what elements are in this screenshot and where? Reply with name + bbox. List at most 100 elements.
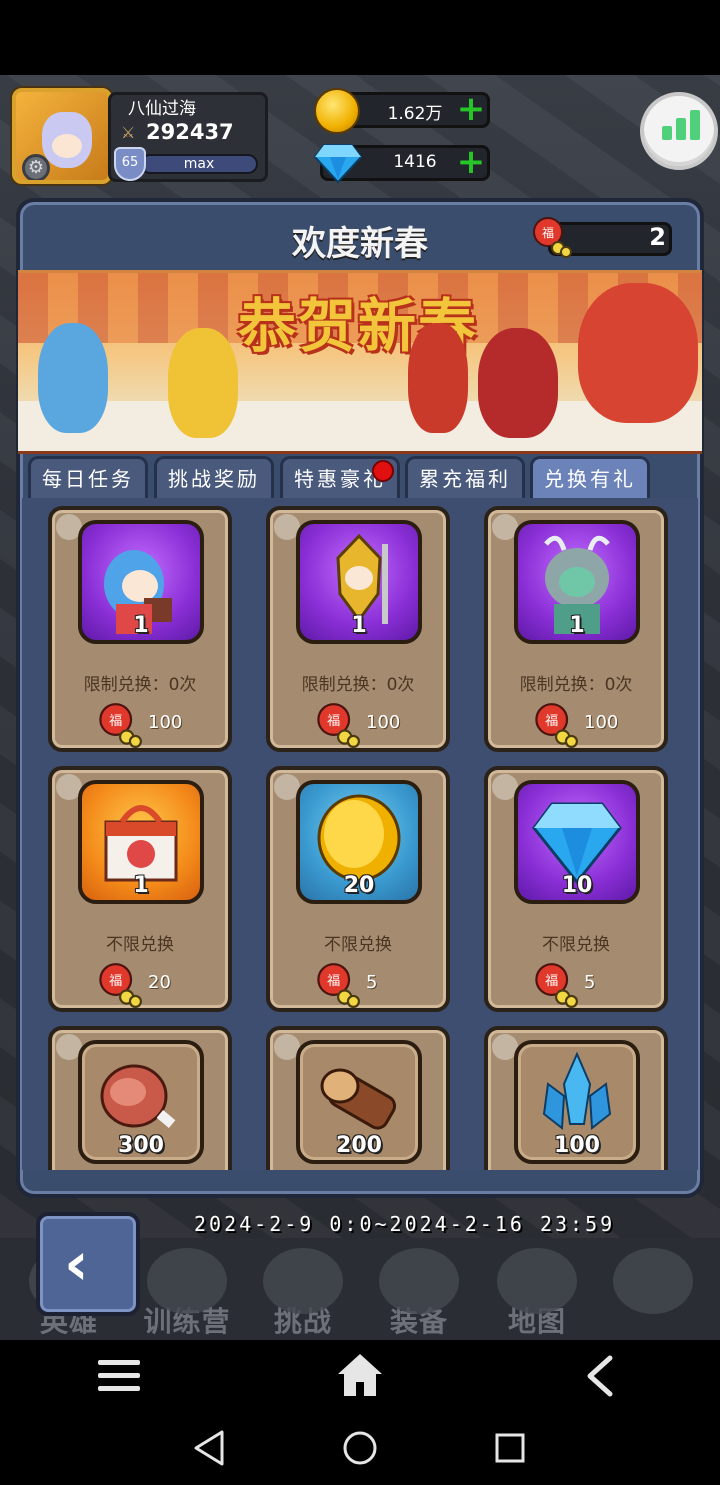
svg-text:福: 福 <box>327 713 340 729</box>
avatar-portrait <box>42 112 92 168</box>
nav-map[interactable]: 地图 <box>482 1248 592 1338</box>
add-gold-button[interactable]: + <box>455 92 487 126</box>
game-screen: { "player": { "name": "八仙过海", "power": "… <box>0 0 720 1485</box>
exchange-limit: 不限兑换 <box>324 935 392 955</box>
sword-icon <box>263 1248 343 1314</box>
item-slot: 10 <box>514 780 640 904</box>
event-banner: 恭贺新春 <box>18 270 702 454</box>
exchange-limit: 不限兑换 <box>542 935 610 955</box>
target-icon <box>147 1248 227 1314</box>
armor-icon <box>379 1248 459 1314</box>
item-slot: 20 <box>296 780 422 904</box>
stats-bar-icon <box>690 110 700 140</box>
item-slot: 1 <box>78 520 204 644</box>
exchange-limit: 限制兑换：0次 <box>83 675 197 695</box>
map-icon <box>497 1248 577 1314</box>
fortune-token-icon: 福 <box>99 963 142 1008</box>
exchange-limit: 限制兑换：0次 <box>301 675 415 695</box>
nav-home-circle-icon[interactable] <box>342 1430 378 1466</box>
fortune-token-icon: 福 <box>317 963 360 1008</box>
nav-locked[interactable] <box>598 1248 708 1338</box>
player-avatar[interactable]: ⚙ <box>12 88 112 184</box>
gem-value: 1416 <box>393 152 437 172</box>
back-button[interactable]: ‹ <box>36 1212 140 1316</box>
exchange-card[interactable]: 1 限制兑换：0次 福 100 <box>48 506 232 752</box>
item-slot: 100 <box>514 1040 640 1164</box>
banner-dragon-dancer <box>578 283 698 423</box>
gold-coin-icon <box>314 88 360 134</box>
token-count: 2 <box>649 223 666 251</box>
item-quantity: 10 <box>561 873 593 898</box>
item-quantity: 200 <box>336 1133 382 1158</box>
exchange-card[interactable]: 100 <box>484 1026 668 1170</box>
exchange-card[interactable]: 1 限制兑换：0次 福 100 <box>484 506 668 752</box>
item-slot: 1 <box>78 780 204 904</box>
banner-character-girl <box>38 323 108 433</box>
player-name: 八仙过海 <box>128 99 196 119</box>
event-duration: 2024-2-9 0:0~2024-2-16 23:59 <box>194 1212 616 1236</box>
item-quantity: 20 <box>343 873 375 898</box>
item-slot: 200 <box>296 1040 422 1164</box>
nav-recents-square-icon[interactable] <box>494 1432 526 1464</box>
svg-text:福: 福 <box>542 225 554 240</box>
exchange-cost: 5 <box>584 972 596 993</box>
exp-bar: max <box>140 154 258 174</box>
stats-button[interactable] <box>640 92 718 170</box>
svg-text:福: 福 <box>109 973 122 989</box>
exchange-card[interactable]: 200 <box>266 1026 450 1170</box>
fortune-token-icon: 福 <box>317 703 360 748</box>
banner-character-elder <box>478 328 558 438</box>
svg-text:福: 福 <box>327 973 340 989</box>
gold-value: 1.62万 <box>387 104 443 124</box>
item-quantity: 100 <box>554 1133 600 1158</box>
crossed-swords-icon: ⚔ <box>121 123 136 142</box>
tab-challenge-rewards[interactable]: 挑战奖励 <box>154 456 274 500</box>
exchange-card[interactable]: 1 不限兑换 福 20 <box>48 766 232 1012</box>
exchange-cost: 5 <box>366 972 378 993</box>
item-slot: 300 <box>78 1040 204 1164</box>
nav-back-triangle-icon[interactable] <box>192 1428 226 1468</box>
tab-daily-tasks[interactable]: 每日任务 <box>28 456 148 500</box>
fortune-token-icon: 福 <box>535 703 578 748</box>
item-slot: 1 <box>514 520 640 644</box>
back-arrow-icon[interactable] <box>584 1354 616 1398</box>
notification-dot <box>372 460 394 482</box>
banner-character-fighter <box>408 323 468 433</box>
fortune-token-icon: 福 <box>533 217 572 258</box>
item-quantity: 300 <box>118 1133 164 1158</box>
chevron-left-icon: ‹ <box>64 1229 89 1299</box>
item-slot: 1 <box>296 520 422 644</box>
svg-text:福: 福 <box>109 713 122 729</box>
add-gem-button[interactable]: + <box>455 145 487 179</box>
tab-bar: 每日任务 挑战奖励 特惠豪礼 累充福利 兑换有礼 <box>28 456 696 500</box>
exchange-limit: 限制兑换：0次 <box>519 675 633 695</box>
banner-character-boy <box>168 328 238 438</box>
svg-text:福: 福 <box>545 713 558 729</box>
exchange-card[interactable]: 10 不限兑换 福 5 <box>484 766 668 1012</box>
nav-equipment[interactable]: 装备 <box>364 1248 474 1338</box>
fortune-token-icon: 福 <box>99 703 142 748</box>
home-icon[interactable] <box>336 1352 384 1398</box>
exchange-card[interactable]: 300 <box>48 1026 232 1170</box>
diamond-icon <box>314 144 362 183</box>
stats-bar-icon <box>676 118 686 140</box>
exchange-cost: 100 <box>366 712 401 733</box>
fortune-token-icon: 福 <box>535 963 578 1008</box>
exchange-cost: 100 <box>584 712 619 733</box>
settings-gear-icon[interactable]: ⚙ <box>22 154 50 180</box>
level-badge: 65 <box>114 147 146 181</box>
exchange-cost: 100 <box>148 712 183 733</box>
item-quantity: 1 <box>569 613 585 638</box>
tab-exchange[interactable]: 兑换有礼 <box>530 456 650 500</box>
menu-icon[interactable] <box>96 1356 142 1396</box>
svg-text:福: 福 <box>545 973 558 989</box>
exchange-grid: 1 限制兑换：0次 福 100 1 限制兑换：0次 福 100 1 限制兑换：0… <box>22 498 698 1170</box>
level-value: 65 <box>121 155 139 170</box>
item-quantity: 1 <box>351 613 367 638</box>
nav-challenge[interactable]: 挑战 <box>248 1248 358 1338</box>
nav-training-camp[interactable]: 训练营 <box>132 1248 242 1338</box>
tab-recharge-benefits[interactable]: 累充福利 <box>405 456 525 500</box>
exchange-card[interactable]: 1 限制兑换：0次 福 100 <box>266 506 450 752</box>
exchange-card[interactable]: 20 不限兑换 福 5 <box>266 766 450 1012</box>
item-quantity: 1 <box>133 613 149 638</box>
